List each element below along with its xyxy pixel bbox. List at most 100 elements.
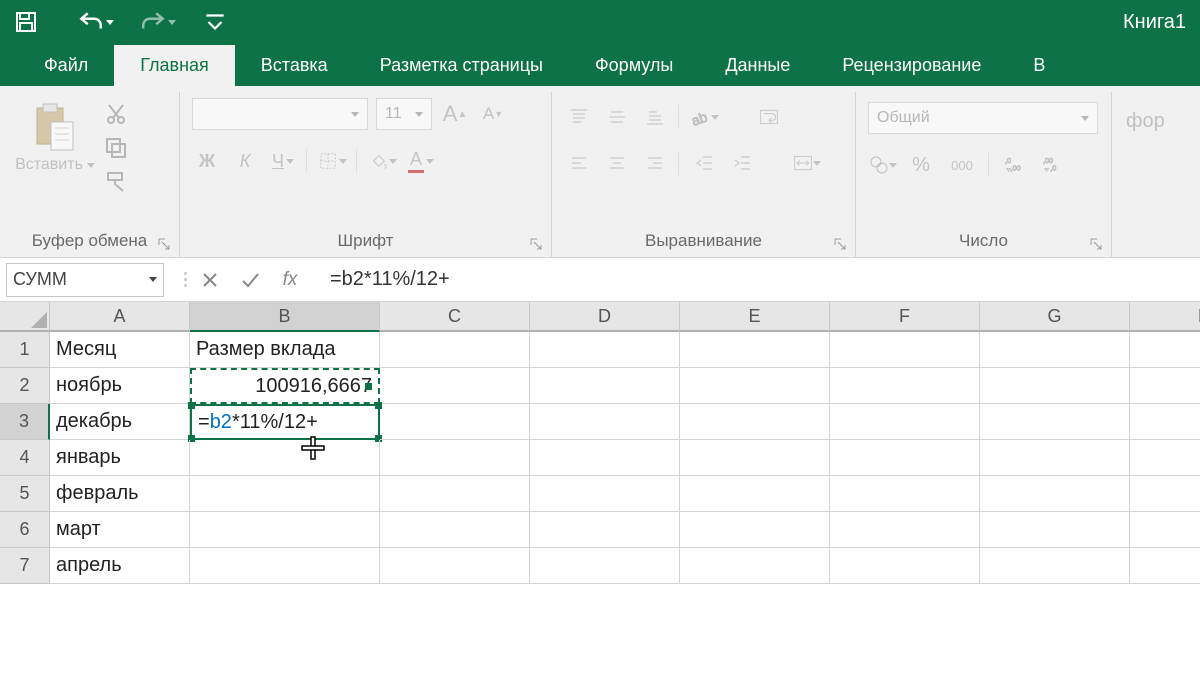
cell[interactable]: Месяц: [50, 332, 190, 368]
cell[interactable]: [380, 368, 530, 404]
cell[interactable]: [1130, 512, 1200, 548]
row-header[interactable]: 2: [0, 368, 50, 404]
formula-bar-grip[interactable]: [180, 266, 190, 294]
tab-home[interactable]: Главная: [114, 45, 235, 86]
cell[interactable]: [190, 440, 380, 476]
cell[interactable]: [680, 548, 830, 584]
cell[interactable]: [680, 476, 830, 512]
cell[interactable]: [1130, 332, 1200, 368]
decrease-font-icon[interactable]: A▼: [478, 99, 508, 129]
align-left-icon[interactable]: [564, 148, 594, 178]
cell[interactable]: [680, 440, 830, 476]
accounting-format-icon[interactable]: [868, 150, 898, 180]
merge-center-icon[interactable]: [788, 148, 826, 178]
row-header[interactable]: 1: [0, 332, 50, 368]
comma-format-icon[interactable]: 000: [944, 150, 980, 180]
worksheet-grid[interactable]: A B C D E F G H 1 Месяц Размер вклада 2 …: [0, 302, 1200, 584]
cell[interactable]: [380, 476, 530, 512]
tab-data[interactable]: Данные: [699, 45, 816, 86]
tab-insert[interactable]: Вставка: [235, 45, 354, 86]
italic-button[interactable]: К: [230, 146, 260, 176]
clipboard-dialog-launcher[interactable]: [157, 237, 171, 251]
row-header[interactable]: 3: [0, 404, 50, 440]
redo-button[interactable]: [140, 9, 176, 35]
row-header[interactable]: 6: [0, 512, 50, 548]
decrease-decimal-icon[interactable]: ,00,0: [1038, 150, 1068, 180]
fill-color-button[interactable]: [368, 146, 398, 176]
tab-formulas[interactable]: Формулы: [569, 45, 699, 86]
cell[interactable]: [980, 476, 1130, 512]
row-header[interactable]: 5: [0, 476, 50, 512]
percent-format-icon[interactable]: %: [906, 150, 936, 180]
cell[interactable]: [380, 332, 530, 368]
font-size-selector[interactable]: 11: [376, 98, 432, 130]
cut-icon[interactable]: [104, 102, 128, 126]
cell[interactable]: [380, 512, 530, 548]
name-box-dropdown-icon[interactable]: [149, 277, 157, 282]
column-header[interactable]: E: [680, 302, 830, 332]
cell[interactable]: [980, 440, 1130, 476]
cell-referenced[interactable]: 100916,6667: [190, 368, 380, 404]
font-dialog-launcher[interactable]: [529, 237, 543, 251]
row-header[interactable]: 4: [0, 440, 50, 476]
formula-input[interactable]: =b2*11%/12+: [324, 268, 1200, 291]
increase-decimal-icon[interactable]: ,0,00: [1000, 150, 1030, 180]
cell[interactable]: январь: [50, 440, 190, 476]
cell[interactable]: Размер вклада: [190, 332, 380, 368]
cell[interactable]: [830, 404, 980, 440]
cell[interactable]: [530, 548, 680, 584]
cell[interactable]: [530, 368, 680, 404]
cell[interactable]: [830, 548, 980, 584]
column-header[interactable]: G: [980, 302, 1130, 332]
cell[interactable]: [680, 332, 830, 368]
cell[interactable]: [980, 512, 1130, 548]
name-box[interactable]: СУММ: [6, 263, 164, 297]
cancel-formula-button[interactable]: [190, 263, 230, 297]
cell[interactable]: [830, 512, 980, 548]
decrease-indent-icon[interactable]: [690, 148, 720, 178]
cell[interactable]: [190, 476, 380, 512]
wrap-text-icon[interactable]: [750, 102, 788, 132]
column-header[interactable]: A: [50, 302, 190, 332]
number-format-selector[interactable]: Общий: [868, 102, 1098, 134]
font-name-selector[interactable]: [192, 98, 368, 130]
row-header[interactable]: 7: [0, 548, 50, 584]
cell[interactable]: [1130, 476, 1200, 512]
cell[interactable]: [980, 368, 1130, 404]
cell[interactable]: [980, 548, 1130, 584]
borders-button[interactable]: [318, 146, 348, 176]
cell-editing[interactable]: =b2*11%/12+: [190, 404, 380, 440]
increase-indent-icon[interactable]: [728, 148, 758, 178]
font-color-button[interactable]: A: [406, 146, 436, 176]
qat-customize-button[interactable]: [202, 9, 228, 35]
cell[interactable]: [1130, 548, 1200, 584]
column-header[interactable]: D: [530, 302, 680, 332]
cell[interactable]: [830, 440, 980, 476]
cell[interactable]: [830, 368, 980, 404]
cell[interactable]: [830, 332, 980, 368]
column-header[interactable]: H: [1130, 302, 1200, 332]
increase-font-icon[interactable]: A▲: [440, 99, 470, 129]
cell[interactable]: [380, 548, 530, 584]
select-all-corner[interactable]: [0, 302, 50, 332]
undo-button[interactable]: [78, 9, 114, 35]
copy-icon[interactable]: [104, 136, 128, 160]
cell[interactable]: февраль: [50, 476, 190, 512]
cell[interactable]: [530, 476, 680, 512]
tab-review[interactable]: Рецензирование: [816, 45, 1007, 86]
cell[interactable]: [980, 332, 1130, 368]
column-header[interactable]: F: [830, 302, 980, 332]
alignment-dialog-launcher[interactable]: [833, 237, 847, 251]
column-header[interactable]: C: [380, 302, 530, 332]
redo-dropdown-icon[interactable]: [168, 20, 176, 25]
cell[interactable]: [680, 512, 830, 548]
cell[interactable]: [380, 440, 530, 476]
cell[interactable]: ноябрь: [50, 368, 190, 404]
tab-page-layout[interactable]: Разметка страницы: [354, 45, 569, 86]
cell[interactable]: [980, 404, 1130, 440]
number-dialog-launcher[interactable]: [1089, 237, 1103, 251]
tab-view[interactable]: В: [1007, 45, 1071, 86]
align-bottom-icon[interactable]: [640, 102, 670, 132]
align-top-icon[interactable]: [564, 102, 594, 132]
cell[interactable]: [1130, 368, 1200, 404]
